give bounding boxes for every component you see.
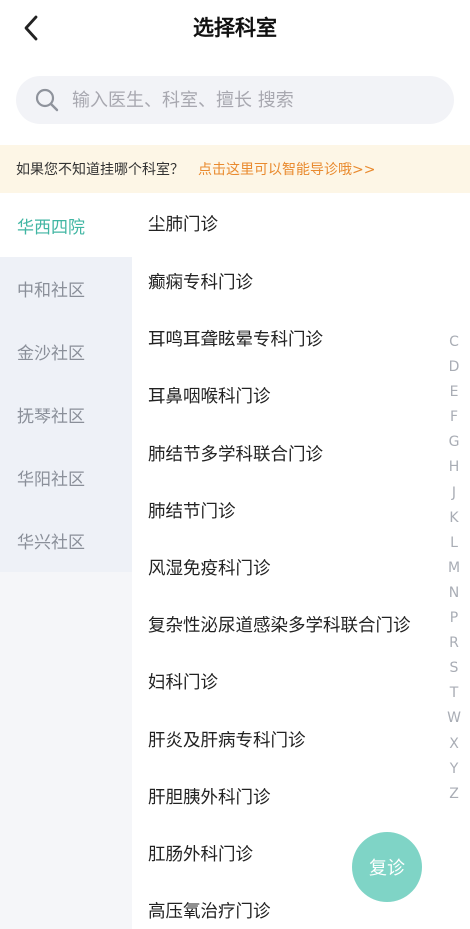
department-item[interactable]: 复杂性泌尿道感染多学科联合门诊 <box>148 596 448 653</box>
sidebar-item-fuqin[interactable]: 抚琴社区 <box>0 383 132 446</box>
search-input[interactable] <box>72 89 412 111</box>
hospital-sidebar: 华西四院 中和社区 金沙社区 抚琴社区 华阳社区 华兴社区 <box>0 194 132 929</box>
index-letter[interactable]: M <box>444 556 464 581</box>
department-select-page: 选择科室 如果您不知道挂哪个科室？ 点击这里可以智能导诊哦>> 华西四院 中和社… <box>0 0 470 929</box>
department-item[interactable]: 妇科门诊 <box>148 653 448 710</box>
sidebar-item-jinsha[interactable]: 金沙社区 <box>0 320 132 383</box>
index-letter[interactable]: K <box>444 506 464 531</box>
index-letter[interactable]: H <box>444 455 464 480</box>
index-letter[interactable]: W <box>444 706 464 731</box>
department-item[interactable]: 耳鼻咽喉科门诊 <box>148 367 448 424</box>
index-letter[interactable]: L <box>444 531 464 556</box>
department-item[interactable]: 肺结节多学科联合门诊 <box>148 425 448 482</box>
search-icon <box>35 88 59 112</box>
index-letter[interactable]: P <box>444 606 464 631</box>
department-item[interactable]: 肝胆胰外科门诊 <box>148 768 448 825</box>
index-letter[interactable]: T <box>444 681 464 706</box>
index-letter[interactable]: S <box>444 656 464 681</box>
department-item[interactable]: 肝炎及肝病专科门诊 <box>148 711 448 768</box>
department-item[interactable]: 风湿免疫科门诊 <box>148 539 448 596</box>
header: 选择科室 <box>0 0 470 56</box>
notice-text: 如果您不知道挂哪个科室？ <box>16 162 184 178</box>
index-letter[interactable]: N <box>444 581 464 606</box>
department-list: 尘肺门诊 癫痫专科门诊 耳鸣耳聋眩晕专科门诊 耳鼻咽喉科门诊 肺结节多学科联合门… <box>148 194 448 929</box>
sidebar-item-zhonghe[interactable]: 中和社区 <box>0 257 132 320</box>
sidebar-item-huaxi-fourth[interactable]: 华西四院 <box>0 194 132 257</box>
page-title: 选择科室 <box>193 16 277 40</box>
index-letter[interactable]: X <box>444 732 464 757</box>
index-letter[interactable]: J <box>444 481 464 506</box>
department-item[interactable]: 耳鸣耳聋眩晕专科门诊 <box>148 310 448 367</box>
search-bar[interactable] <box>16 76 454 124</box>
index-letter[interactable]: Y <box>444 757 464 782</box>
department-item[interactable]: 尘肺门诊 <box>148 194 448 253</box>
index-letter[interactable]: F <box>444 405 464 430</box>
sidebar-item-huaxing[interactable]: 华兴社区 <box>0 509 132 572</box>
index-letter[interactable]: E <box>444 380 464 405</box>
index-letter[interactable]: D <box>444 355 464 380</box>
index-letter[interactable]: R <box>444 631 464 656</box>
revisit-button[interactable]: 复诊 <box>352 832 422 902</box>
smart-guide-link[interactable]: 点击这里可以智能导诊哦>> <box>198 159 375 179</box>
department-item[interactable]: 癫痫专科门诊 <box>148 253 448 310</box>
index-letter[interactable]: Z <box>444 782 464 807</box>
smart-guide-banner: 如果您不知道挂哪个科室？ 点击这里可以智能导诊哦>> <box>0 145 470 193</box>
alphabet-index: C D E F G H J K L M N P R S T W X Y Z <box>444 330 464 807</box>
index-letter[interactable]: C <box>444 330 464 355</box>
index-letter[interactable]: G <box>444 430 464 455</box>
department-item[interactable]: 肺结节门诊 <box>148 482 448 539</box>
sidebar-item-huayang[interactable]: 华阳社区 <box>0 446 132 509</box>
